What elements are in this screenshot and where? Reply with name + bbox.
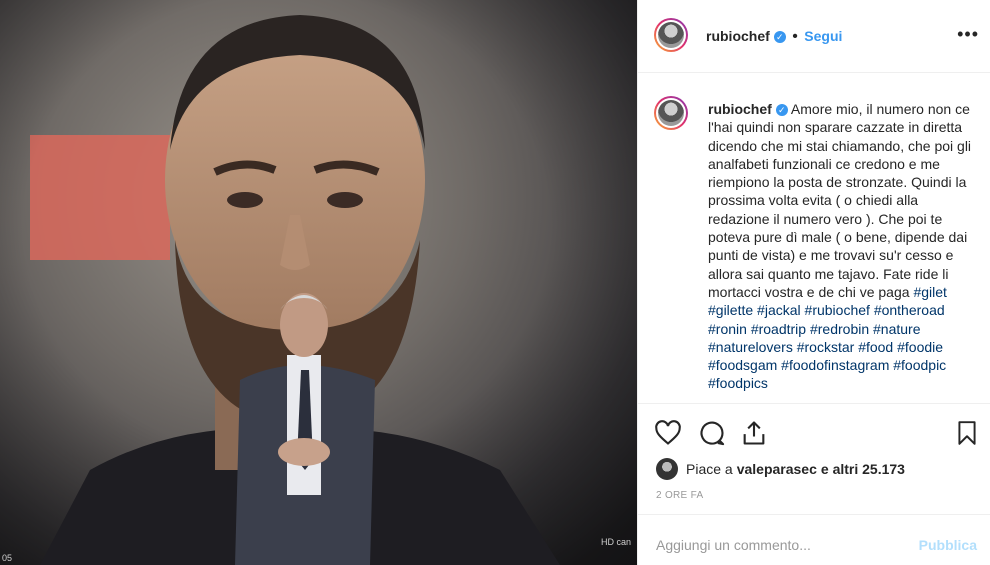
photo-watermark: HD can [600,537,631,547]
caption-hashtags: #gilet #gilette #jackal #rubiochef #onth… [708,284,947,391]
comment-box: Aggiungi un commento... Pubblica [638,514,990,565]
hashtag-link[interactable]: #ronin [708,321,747,337]
hashtag-link[interactable]: #foodie [897,339,943,355]
hashtag-link[interactable]: #foodpic [893,357,946,373]
photo-corner-number: 05 [2,553,13,563]
caption-username[interactable]: rubiochef [708,101,772,117]
hashtag-link[interactable]: #foodofinstagram [781,357,889,373]
more-options-icon[interactable]: ••• [957,24,979,45]
caption-text: rubiochef ✓ Amore mio, il numero non ce l… [708,100,974,393]
author-avatar[interactable] [654,18,688,52]
hashtag-link[interactable]: #redrobin [810,321,869,337]
follow-separator: • [792,28,798,45]
hashtag-link[interactable]: #rubiochef [805,302,870,318]
comment-input[interactable]: Aggiungi un commento... [656,537,811,553]
post-actions [638,405,990,455]
post-caption-area: rubiochef ✓ Amore mio, il numero non ce l… [638,74,990,404]
verified-badge-icon: ✓ [773,30,786,43]
hashtag-link[interactable]: #naturelovers [708,339,793,355]
post-photo[interactable]: HD can 05 [0,0,637,565]
post-timestamp[interactable]: 2 ORE FA [656,490,703,501]
hashtag-link[interactable]: #gilet [913,284,946,300]
liker-username[interactable]: valeparasec [737,461,817,477]
photo-illustration [0,0,637,565]
hashtag-link[interactable]: #roadtrip [751,321,806,337]
likes-summary: Piace a valeparasec e altri 25.173 [656,458,905,480]
hashtag-link[interactable]: #gilette [708,302,753,318]
caption-body: Amore mio, il numero non ce l'hai quindi… [708,101,972,300]
publish-button[interactable]: Pubblica [919,537,977,553]
hashtag-link[interactable]: #foodpics [708,375,768,391]
hashtag-link[interactable]: #ontheroad [874,302,945,318]
follow-button[interactable]: Segui [804,28,842,44]
likes-count[interactable]: e altri 25.173 [821,461,905,477]
share-icon[interactable] [740,419,768,447]
hashtag-link[interactable]: #nature [873,321,920,337]
likes-prefix: Piace a [686,461,733,477]
post-header: rubiochef ✓ • Segui ••• [638,0,990,73]
hashtag-link[interactable]: #foodsgam [708,357,777,373]
hashtag-link[interactable]: #food [858,339,893,355]
author-username[interactable]: rubiochef [706,28,770,44]
heart-icon[interactable] [654,419,682,447]
bookmark-icon[interactable] [954,419,980,447]
liker-avatar[interactable] [656,458,678,480]
caption-avatar[interactable] [654,96,688,130]
hashtag-link[interactable]: #rockstar [797,339,855,355]
hashtag-link[interactable]: #jackal [757,302,801,318]
post-side-panel: rubiochef ✓ • Segui ••• rubiochef ✓ Amore … [637,0,990,565]
comment-icon[interactable] [698,419,726,447]
caption-verified-icon: ✓ [775,104,788,117]
